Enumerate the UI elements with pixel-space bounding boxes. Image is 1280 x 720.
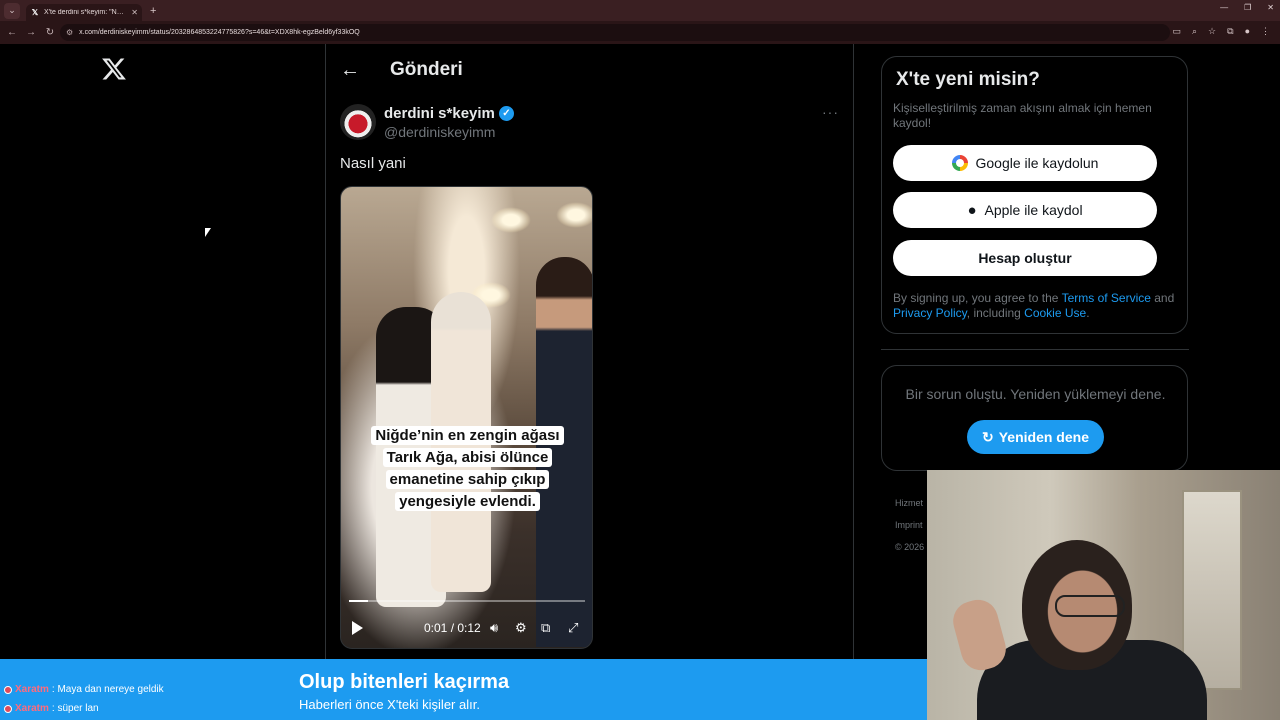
webcam-glasses (1055, 595, 1125, 617)
sidebar-divider (881, 349, 1189, 350)
chat-badge-icon (4, 685, 12, 694)
post-header: ← Gönderi (326, 44, 853, 96)
footer-terms-link[interactable]: Hizmet (895, 492, 924, 514)
apple-signup-label: Apple ile kaydol (984, 202, 1083, 218)
chat-username: Xaratm (15, 703, 49, 714)
terms-of-service-link[interactable]: Terms of Service (1062, 291, 1151, 305)
browser-tab[interactable]: 𝕏 X'te derdini s*keyim: "Nasıl yani" ✕ (26, 4, 142, 21)
tab-search-icon[interactable]: ⌄ (4, 2, 20, 19)
error-card: Bir sorun oluştu. Yeniden yüklemeyi dene… (881, 365, 1188, 471)
bookmark-star-icon[interactable]: ☆ (1208, 26, 1216, 37)
google-signup-label: Google ile kaydolun (975, 155, 1099, 171)
video-time: 0:01 / 0:12 (424, 621, 481, 635)
back-nav-icon[interactable]: ← (5, 27, 19, 38)
privacy-policy-link[interactable]: Privacy Policy (893, 306, 967, 320)
video-caption-text: Niğde’nin en zengin ağası Tarık Ağa, abi… (371, 426, 564, 511)
chat-badge-icon (4, 704, 12, 713)
refresh-icon: ↻ (982, 428, 994, 445)
url-field[interactable]: ⚙ x.com/derdiniskeyimm/status/2032864853… (60, 24, 1170, 41)
settings-icon[interactable]: ⚙ (515, 620, 527, 636)
video-controls: 0:01 / 0:12 🔊︎ ⚙ ⧉ ⤢ (341, 615, 592, 643)
right-column-divider (853, 44, 854, 664)
chandelier-light (491, 207, 531, 233)
signup-card: X'te yeni misin? Kişiselleştirilmiş zama… (881, 56, 1188, 334)
fullscreen-icon[interactable]: ⤢ (568, 620, 578, 636)
new-tab-button[interactable]: + (150, 5, 156, 17)
tab-title: X'te derdini s*keyim: "Nasıl yani" (44, 9, 128, 16)
video-caption: Niğde’nin en zengin ağası Tarık Ağa, abi… (364, 425, 571, 513)
back-arrow-icon[interactable]: ← (340, 60, 360, 80)
extensions-icon[interactable]: ⧉ (1227, 26, 1233, 37)
webcam-overlay (927, 470, 1280, 720)
chandelier-light (556, 202, 592, 228)
post-author: derdini s*keyim ✓ @derdiniskeyimm (340, 104, 514, 140)
address-bar-row: ← → ↻ ⚙ x.com/derdiniskeyimm/status/2032… (0, 21, 1280, 44)
create-account-label: Hesap oluştur (978, 250, 1072, 266)
browser-tab-bar: ⌄ 𝕏 X'te derdini s*keyim: "Nasıl yani" ✕… (0, 0, 1280, 21)
window-controls: — ❐ ✕ (1220, 3, 1274, 12)
chat-username: Xaratm (15, 684, 49, 695)
reload-icon[interactable]: ↻ (43, 27, 57, 38)
left-column-divider (325, 44, 326, 664)
cast-icon[interactable]: ▭ (1172, 26, 1181, 37)
minimize-icon[interactable]: — (1220, 3, 1228, 12)
chat-message: Xaratm : Maya dan nereye geldik (4, 684, 164, 695)
footer-copyright: © 2026 (895, 542, 925, 552)
google-icon (951, 155, 968, 171)
cookie-use-link[interactable]: Cookie Use (1024, 306, 1086, 320)
terms-and: and (1150, 291, 1175, 305)
author-handle[interactable]: @derdiniskeyimm (384, 124, 514, 140)
author-name[interactable]: derdini s*keyim (384, 105, 495, 122)
retry-button[interactable]: ↻ Yeniden dene (967, 420, 1104, 454)
retry-label: Yeniden dene (998, 429, 1089, 445)
zoom-icon[interactable]: ⌕ (1192, 26, 1197, 37)
chat-text: : Maya dan nereye geldik (51, 684, 164, 695)
post-text: Nasıl yani (340, 155, 406, 172)
toolbar-icons: ▭ ⌕ ☆ ⧉ ● ⋮ (1172, 26, 1270, 37)
terms-prefix: By signing up, you agree to the (893, 291, 1062, 305)
video-player[interactable]: Niğde’nin en zengin ağası Tarık Ağa, abi… (340, 186, 593, 649)
terms-including: , including (966, 306, 1025, 320)
volume-icon[interactable]: 🔊︎ (490, 620, 498, 636)
signup-subtitle: Kişiselleştirilmiş zaman akışını almak i… (893, 101, 1152, 130)
signup-title: X'te yeni misin? (896, 69, 1040, 90)
create-account-button[interactable]: Hesap oluştur (893, 240, 1157, 276)
more-options-icon[interactable]: ··· (822, 104, 839, 120)
profile-icon[interactable]: ● (1245, 26, 1250, 37)
pip-icon[interactable]: ⧉ (541, 620, 550, 636)
video-progress-fill (349, 600, 368, 602)
chat-message: Xaratm : süper lan (4, 703, 99, 714)
verified-badge-icon: ✓ (498, 106, 514, 121)
banner-title: Olup bitenleri kaçırma (299, 671, 510, 693)
apple-icon: ● (967, 201, 977, 219)
url-text: x.com/derdiniskeyimm/status/203286485322… (79, 29, 360, 36)
error-message: Bir sorun oluştu. Yeniden yüklemeyi dene… (905, 386, 1166, 402)
play-icon[interactable] (352, 621, 363, 635)
tab-close-icon[interactable]: ✕ (131, 8, 138, 17)
page-title: Gönderi (390, 59, 463, 80)
video-progress-bar[interactable] (349, 600, 585, 602)
x-logo-icon[interactable] (101, 56, 127, 82)
terms-text: By signing up, you agree to the Terms of… (893, 291, 1178, 321)
avatar[interactable] (340, 104, 376, 140)
mouse-cursor-icon (205, 228, 211, 237)
menu-dots-icon[interactable]: ⋮ (1261, 26, 1270, 37)
footer-links: Hizmet Imprint © 2026 (895, 492, 924, 558)
forward-nav-icon[interactable]: → (24, 27, 38, 38)
google-signup-button[interactable]: Google ile kaydolun (893, 145, 1157, 181)
restore-icon[interactable]: ❐ (1244, 3, 1251, 12)
apple-signup-button[interactable]: ● Apple ile kaydol (893, 192, 1157, 228)
banner-subtitle: Haberleri önce X'teki kişiler alır. (299, 697, 480, 712)
x-favicon-icon: 𝕏 (31, 7, 39, 17)
window-close-icon[interactable]: ✕ (1267, 3, 1274, 12)
footer-imprint-link[interactable]: Imprint (895, 514, 924, 536)
site-info-icon[interactable]: ⚙ (66, 28, 73, 37)
terms-end: . (1086, 306, 1090, 320)
chat-text: : süper lan (51, 703, 99, 714)
